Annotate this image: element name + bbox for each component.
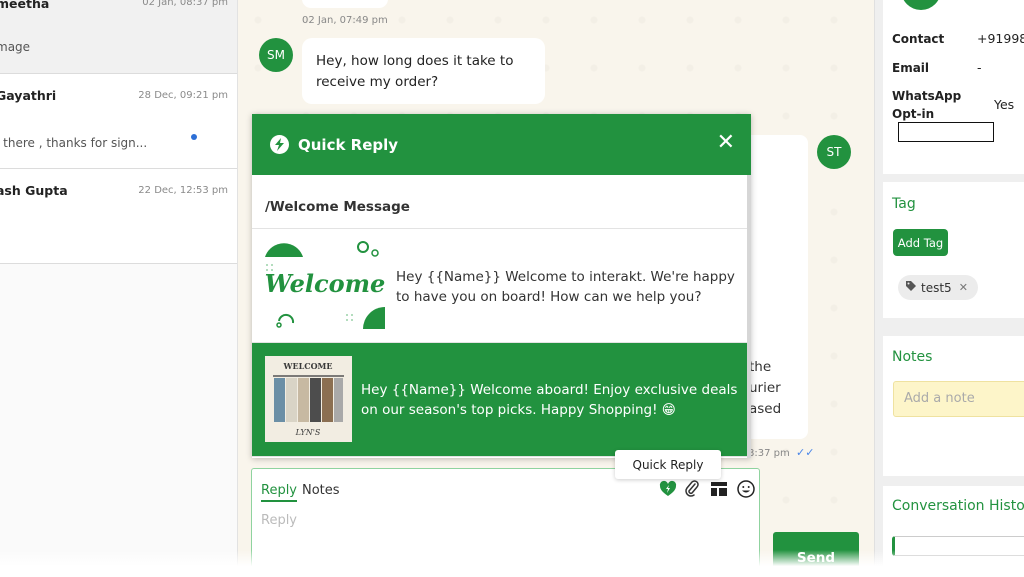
- conversation-name: ash Gupta: [0, 183, 68, 198]
- agent-avatar: ST: [817, 135, 851, 169]
- quick-reply-search[interactable]: /Welcome Message: [252, 175, 751, 229]
- conversation-item[interactable]: meetha 02 Jan, 08:37 pm mage: [0, 0, 237, 74]
- quick-reply-header: Quick Reply ✕: [252, 114, 751, 175]
- contact-label: Contact: [892, 32, 945, 46]
- conversation-list: meetha 02 Jan, 08:37 pm mage Gayathri 28…: [0, 0, 238, 577]
- image-label-top: WELCOME: [283, 361, 333, 371]
- optin-value: Yes: [994, 97, 1015, 112]
- conversation-time: 28 Dec, 09:21 pm: [138, 90, 228, 101]
- unread-indicator: [191, 134, 197, 140]
- quick-reply-tooltip: Quick Reply: [615, 450, 721, 479]
- quick-reply-text: Hey {{Name}} Welcome to interakt. We're …: [396, 269, 735, 305]
- welcome-image: Welcome: [263, 241, 387, 329]
- optin-label-line2: Opt-in: [892, 107, 935, 121]
- contact-avatar: [901, 0, 941, 10]
- notes-card: Notes Add a note: [883, 336, 1024, 476]
- conversation-preview: mage: [0, 40, 31, 54]
- quick-reply-panel: Quick Reply ✕ /Welcome Message Welcome H…: [252, 114, 751, 458]
- contact-card: Contact +91998 Email - WhatsApp Opt-in Y…: [883, 0, 1024, 174]
- add-tag-button[interactable]: Add Tag: [893, 229, 948, 256]
- agent-message-partial: the urier ased: [749, 357, 781, 420]
- emoji-icon[interactable]: [736, 479, 756, 499]
- close-icon[interactable]: ✕: [717, 130, 735, 156]
- message-bubble: [302, 0, 388, 8]
- quick-reply-item-selected[interactable]: WELCOME LYN'S Hey {{Name}} Welcome aboar…: [252, 343, 751, 457]
- quick-reply-item[interactable]: Welcome Hey {{Name}} Welcome to interakt…: [252, 229, 751, 343]
- scrollbar[interactable]: [747, 175, 751, 458]
- notes-title: Notes: [892, 349, 933, 365]
- conversation-name: meetha: [0, 0, 50, 11]
- note-input[interactable]: Add a note: [893, 381, 1024, 417]
- attachment-icon[interactable]: [682, 479, 702, 499]
- tag-remove-icon[interactable]: ✕: [959, 281, 968, 294]
- image-label-bottom: LYN'S: [295, 428, 321, 437]
- reply-composer: Reply Notes Reply: [251, 468, 760, 577]
- email-value: -: [977, 60, 982, 75]
- reply-input[interactable]: Reply: [261, 513, 297, 528]
- conversation-preview: i there , thanks for sign...: [0, 136, 148, 150]
- conversation-time: 02 Jan, 08:37 pm: [142, 0, 228, 8]
- quick-reply-text: Hey {{Name}} Welcome aboard! Enjoy exclu…: [361, 382, 738, 418]
- conversation-history-item[interactable]: [892, 536, 1024, 556]
- lightning-icon: [270, 135, 289, 154]
- tag-icon: [905, 280, 917, 295]
- tab-notes[interactable]: Notes: [302, 483, 340, 498]
- read-receipt-icon: ✓✓: [796, 446, 815, 459]
- conversation-name: Gayathri: [0, 88, 57, 103]
- agent-message-line: the: [749, 359, 772, 375]
- clothing-rack-image: WELCOME LYN'S: [265, 356, 352, 442]
- customer-message: Hey, how long does it take to receive my…: [302, 38, 545, 104]
- conversation-time: 22 Dec, 12:53 pm: [138, 185, 228, 196]
- send-button[interactable]: Send: [773, 532, 859, 577]
- tag-chip-label: test5: [921, 280, 952, 295]
- message-timestamp: 02 Jan, 07:49 pm: [302, 15, 388, 26]
- redacted-field: [898, 122, 994, 142]
- tag-title: Tag: [892, 196, 916, 212]
- agent-message-timestamp: 8:37 pm: [748, 448, 790, 459]
- email-label: Email: [892, 61, 930, 75]
- tag-chip: test5 ✕: [898, 275, 978, 300]
- conversation-history-card: Conversation Histor: [883, 486, 1024, 577]
- contact-panel: Contact +91998 Email - WhatsApp Opt-in Y…: [874, 0, 1024, 577]
- conversation-item[interactable]: ash Gupta 22 Dec, 12:53 pm i: [0, 169, 237, 264]
- quick-reply-title: Quick Reply: [298, 135, 399, 154]
- conversation-item[interactable]: Gayathri 28 Dec, 09:21 pm i there , than…: [0, 74, 237, 169]
- contact-value: +91998: [977, 31, 1024, 46]
- tab-reply[interactable]: Reply: [261, 483, 298, 502]
- tag-card: Tag Add Tag test5 ✕: [883, 182, 1024, 318]
- agent-message-line: urier: [749, 380, 781, 396]
- optin-label: WhatsApp: [892, 89, 962, 103]
- quick-reply-icon[interactable]: [658, 479, 678, 499]
- welcome-image-text: Welcome: [265, 269, 386, 298]
- customer-avatar: SM: [259, 38, 293, 72]
- agent-message-line: ased: [749, 401, 782, 417]
- conversation-history-title: Conversation Histor: [892, 498, 1024, 514]
- template-icon[interactable]: [709, 479, 729, 499]
